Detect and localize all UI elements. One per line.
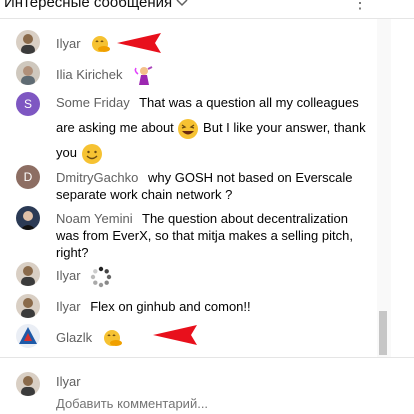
face-with-hand-over-mouth-icon <box>90 34 112 56</box>
message-author[interactable]: Some Friday <box>56 95 130 110</box>
chat-mode-label: Интересные сообщения <box>4 0 173 11</box>
chevron-down-icon <box>176 0 188 10</box>
avatar[interactable] <box>16 294 40 318</box>
avatar[interactable] <box>16 206 40 230</box>
message-author[interactable]: Ilyar <box>56 268 81 283</box>
message-author[interactable]: Noam Yemini <box>56 211 133 226</box>
chat-scrollbar-thumb[interactable] <box>379 311 387 355</box>
chat-message-list: Ilyar Ilia Kirichek S Some Friday That w… <box>0 19 376 357</box>
chat-compose-area: Ilyar <box>0 358 414 414</box>
chat-mode-selector[interactable]: Интересные сообщения <box>4 0 188 11</box>
more-options-icon[interactable]: ⋮ <box>352 0 368 12</box>
message-author[interactable]: Glazlk <box>56 330 92 345</box>
message-author[interactable]: DmitryGachko <box>56 170 138 185</box>
comment-input[interactable] <box>56 396 386 411</box>
compose-author-name: Ilyar <box>56 374 81 389</box>
avatar-letter: D <box>23 170 33 184</box>
smiling-face-icon <box>81 143 103 165</box>
avatar[interactable]: S <box>16 92 40 116</box>
avatar[interactable] <box>16 30 40 54</box>
chat-scrollbar-track[interactable] <box>377 19 391 357</box>
avatar <box>16 372 40 396</box>
avatar-letter: S <box>23 97 32 111</box>
chat-header: Интересные сообщения ⋮ <box>0 0 414 19</box>
avatar[interactable]: D <box>16 165 40 189</box>
message-author[interactable]: Ilyar <box>56 36 81 51</box>
grinning-squinting-face-icon <box>177 118 199 140</box>
avatar[interactable] <box>16 61 40 85</box>
fairy-icon <box>132 65 154 87</box>
message-text: Flex on ginhub and comon!! <box>90 299 251 314</box>
message-author[interactable]: Ilia Kirichek <box>56 67 122 82</box>
face-with-hand-over-mouth-icon <box>102 328 124 350</box>
loading-spinner-icon <box>90 266 112 288</box>
avatar[interactable] <box>16 262 40 286</box>
annotation-arrow <box>153 325 197 345</box>
avatar[interactable] <box>16 324 40 348</box>
message-author[interactable]: Ilyar <box>56 299 81 314</box>
annotation-arrow <box>117 33 161 53</box>
